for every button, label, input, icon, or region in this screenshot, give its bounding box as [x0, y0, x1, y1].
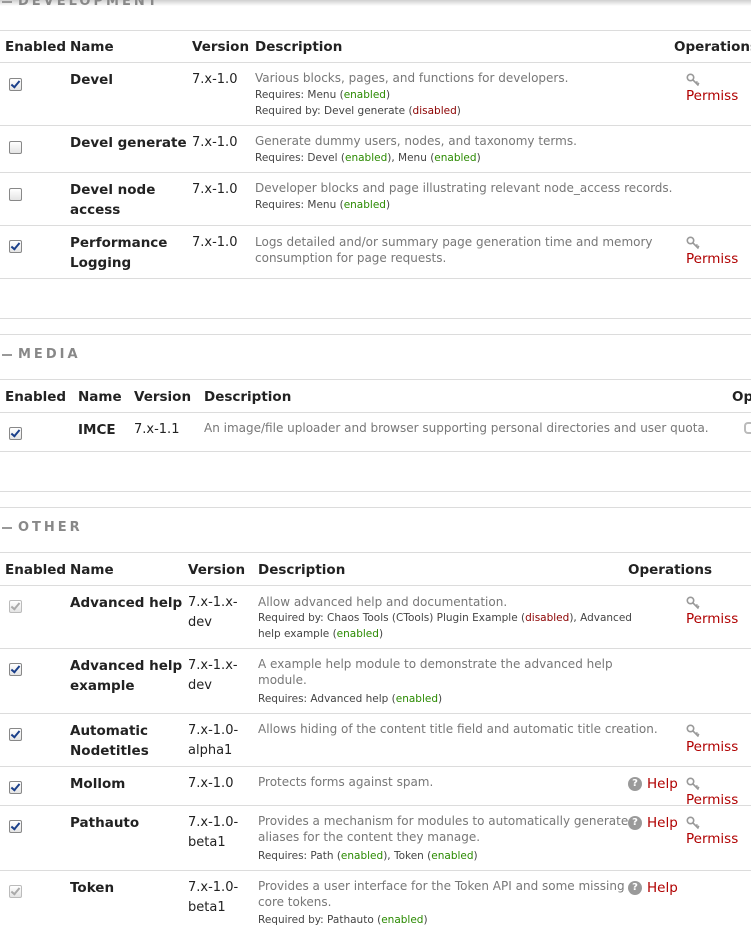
enable-checkbox-devel-node-access[interactable] [9, 188, 22, 201]
key-icon [686, 596, 700, 610]
module-name: Devel generate [70, 135, 187, 151]
module-requires: Requires: Devel (enabled), Menu (enabled… [255, 152, 481, 164]
header-operations: Operations [674, 39, 751, 55]
header-version: Version [188, 562, 246, 578]
header-operations: Operations [628, 562, 713, 578]
module-requires: Requires: Advanced help (enabled) [258, 693, 443, 705]
module-required-by: Required by: Chaos Tools (CTools) Plugin… [258, 612, 632, 640]
enable-checkbox-devel[interactable] [9, 78, 22, 91]
module-description: Protects forms against spam. [258, 775, 434, 789]
permissions-link[interactable]: Permiss [686, 776, 751, 808]
module-description: Provides a mechanism for modules to auto… [258, 814, 629, 844]
header-name: Name [70, 562, 114, 578]
module-version: 7.x-1.0 [192, 235, 238, 250]
module-required-by: Required by: Pathauto (enabled) [258, 914, 428, 926]
key-icon [686, 724, 700, 738]
enable-checkbox-token[interactable] [9, 885, 22, 898]
module-name: Advanced help [70, 595, 183, 611]
enable-checkbox-mollom[interactable] [9, 781, 22, 794]
module-version: 7.x-1.0- beta1 [188, 815, 239, 850]
help-icon: ? [628, 881, 642, 895]
enable-checkbox-imce[interactable] [9, 427, 22, 440]
key-icon [686, 777, 700, 791]
header-description: Description [255, 39, 343, 55]
header-enabled: Enabled [5, 39, 67, 55]
module-version: 7.x-1.0 [192, 135, 238, 150]
key-icon [744, 422, 751, 434]
header-name: Name [70, 39, 114, 55]
header-description: Description [258, 562, 346, 578]
module-name: Performance Logging [70, 235, 168, 271]
module-requires: Requires: Path (enabled), Token (enabled… [258, 850, 478, 862]
help-icon: ? [628, 816, 642, 830]
module-version: 7.x-1.0 [192, 72, 238, 87]
module-name: Token [70, 880, 115, 896]
module-version: 7.x-1.0- beta1 [188, 880, 239, 915]
enable-checkbox-pathauto[interactable] [9, 820, 22, 833]
module-name: Devel node access [70, 182, 156, 218]
module-requires: Requires: Menu (enabled) [255, 89, 391, 101]
module-description: Generate dummy users, nodes, and taxonom… [255, 134, 577, 148]
permissions-link[interactable]: Permiss [686, 72, 751, 104]
key-icon [686, 816, 700, 830]
help-link[interactable]: ? Help [628, 815, 678, 831]
permissions-link[interactable]: Permiss [686, 723, 751, 755]
module-version: 7.x-1.x-dev [188, 595, 238, 630]
header-version: Version [134, 389, 192, 405]
fieldset-legend-other[interactable]: OTHER [2, 520, 83, 535]
enable-checkbox-advanced-help[interactable] [9, 600, 22, 613]
module-description: Provides a user interface for the Token … [258, 879, 625, 909]
enable-checkbox-automatic-nodetitles[interactable] [9, 728, 22, 741]
help-link[interactable]: ? Help [628, 776, 678, 792]
module-version: 7.x-1.0- alpha1 [188, 723, 239, 758]
module-version: 7.x-1.0 [188, 776, 234, 791]
module-description: A example help module to demonstrate the… [258, 657, 613, 687]
module-name: Automatic Nodetitles [70, 723, 149, 759]
enable-checkbox-advanced-help-example[interactable] [9, 663, 22, 676]
header-name: Name [78, 389, 122, 405]
help-link[interactable]: ? Help [628, 880, 678, 896]
fieldset-legend-development[interactable]: DEVELOPMENT [2, 0, 160, 9]
permissions-link[interactable]: Permiss [686, 595, 751, 627]
module-name: Pathauto [70, 815, 140, 831]
module-description: Allow advanced help and documentation. [258, 595, 508, 609]
module-version: 7.x-1.0 [192, 182, 238, 197]
header-version: Version [192, 39, 250, 55]
module-name: Advanced help example [70, 658, 183, 694]
enable-checkbox-devel-generate[interactable] [9, 141, 22, 154]
module-description: Developer blocks and page illustrating r… [255, 181, 673, 195]
module-name: Mollom [70, 776, 126, 792]
module-requires: Requires: Menu (enabled) [255, 199, 391, 211]
module-version: 7.x-1.1 [134, 422, 180, 437]
module-name: Devel [70, 72, 113, 88]
module-description: An image/file uploader and browser suppo… [204, 421, 709, 435]
enable-checkbox-performance-logging[interactable] [9, 240, 22, 253]
permissions-link[interactable]: Permiss [686, 235, 751, 267]
help-icon: ? [628, 777, 642, 791]
header-enabled: Enabled [5, 389, 67, 405]
module-name: IMCE [78, 422, 116, 438]
key-icon [686, 236, 700, 250]
module-description: Allows hiding of the content title field… [258, 722, 658, 736]
fieldset-legend-media[interactable]: MEDIA [2, 347, 81, 362]
module-version: 7.x-1.x-dev [188, 658, 238, 693]
module-description: Logs detailed and/or summary page genera… [255, 235, 653, 265]
module-description: Various blocks, pages, and functions for… [255, 71, 569, 85]
header-description: Description [204, 389, 292, 405]
permissions-link[interactable]: Permiss [686, 815, 751, 847]
header-enabled: Enabled [5, 562, 67, 578]
module-required-by: Required by: Devel generate (disabled) [255, 105, 461, 117]
key-icon [686, 73, 700, 87]
header-operations: Op [732, 389, 751, 405]
